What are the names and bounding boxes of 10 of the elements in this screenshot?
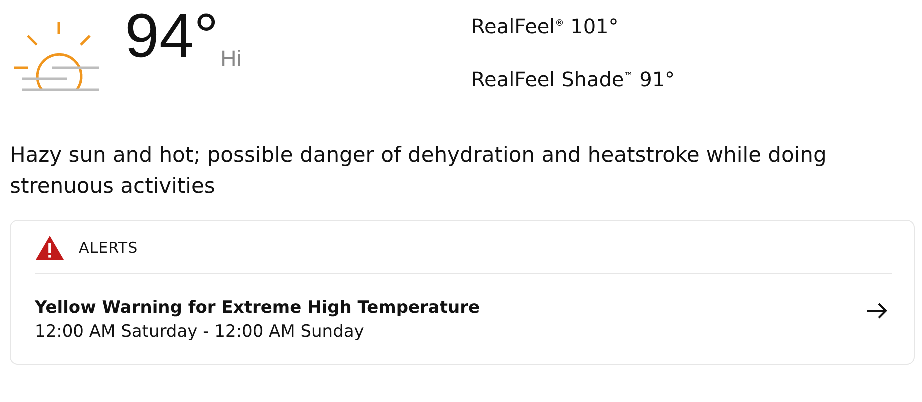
alerts-heading: ALERTS: [79, 239, 138, 257]
weather-description: Hazy sun and hot; possible danger of dehydration and heatstroke while doing strenuous activities: [10, 142, 828, 200]
arrow-right-icon[interactable]: [866, 303, 888, 319]
realfeel-text: RealFeel Shade$^{™}$ 91°: [472, 66, 676, 94]
alert-time: 12:00 AM Saturday - 12:00 AM Sunday: [35, 322, 366, 342]
temperature-label: Hi: [220, 46, 242, 72]
warning-icon: [35, 235, 65, 261]
temperature: 94°: [125, 6, 219, 68]
realfeel-text: RealFeel$^{®}$ 101°: [472, 14, 620, 41]
alert-title[interactable]: Yellow Warning for Extreme High Temperature: [35, 298, 480, 318]
